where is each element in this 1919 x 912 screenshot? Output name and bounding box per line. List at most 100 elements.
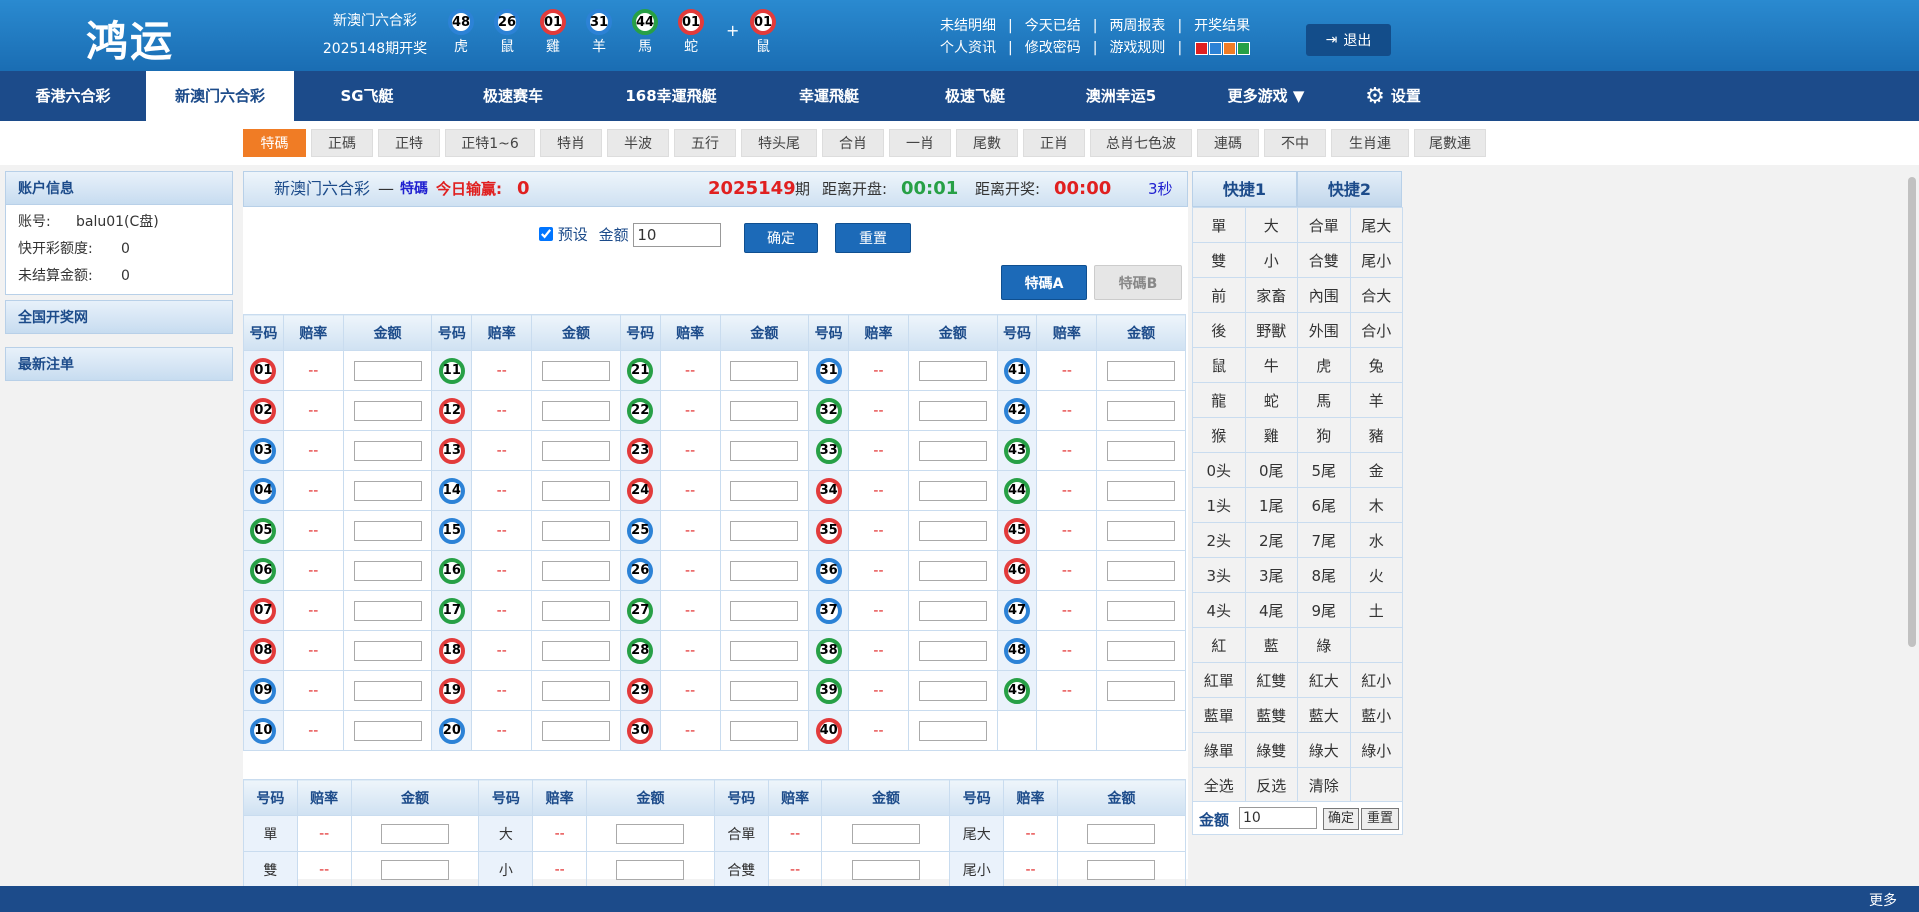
quick-select-button[interactable]: 9尾 — [1297, 592, 1351, 628]
quick-confirm-button[interactable]: 确定 — [1323, 808, 1359, 830]
bet-amount-input[interactable] — [541, 600, 610, 621]
bet-name-cell[interactable]: 合單 — [713, 815, 769, 852]
bet-amount-input[interactable] — [541, 520, 610, 541]
quick-select-button[interactable]: 牛 — [1244, 347, 1298, 383]
bet-amount-input[interactable] — [918, 520, 987, 541]
bet-amount-input[interactable] — [616, 823, 685, 844]
number-cell[interactable]: 10 — [243, 710, 284, 751]
bet-amount-input[interactable] — [730, 520, 799, 541]
quick-select-button[interactable]: 2头 — [1192, 522, 1246, 558]
bet-amount-input[interactable] — [616, 859, 685, 880]
quick-select-button[interactable]: 藍 — [1244, 627, 1298, 663]
quick-select-button[interactable]: 8尾 — [1297, 557, 1351, 593]
play-tab[interactable]: 連碼 — [1197, 129, 1259, 157]
bet-amount-input[interactable] — [918, 600, 987, 621]
number-cell[interactable]: 01 — [243, 350, 284, 391]
bet-amount-input[interactable] — [730, 480, 799, 501]
quick-select-button[interactable]: 尾小 — [1349, 242, 1403, 278]
bet-amount-input[interactable] — [730, 360, 799, 381]
header-link[interactable]: 修改密码 — [1025, 37, 1081, 57]
bet-amount-input[interactable] — [541, 360, 610, 381]
more-link[interactable]: 更多 — [1869, 890, 1897, 910]
number-cell[interactable]: 29 — [619, 670, 661, 711]
quick-select-button[interactable]: 火 — [1349, 557, 1403, 593]
number-cell[interactable]: 19 — [431, 670, 473, 711]
quick-select-button[interactable]: 野獸 — [1244, 312, 1298, 348]
quick-select-button[interactable]: 合單 — [1297, 207, 1351, 243]
quick-select-button[interactable]: 5尾 — [1297, 452, 1351, 488]
bet-amount-input[interactable] — [541, 720, 610, 741]
quick-select-button[interactable]: 家畜 — [1244, 277, 1298, 313]
bet-name-cell[interactable]: 合雙 — [713, 851, 769, 888]
bet-amount-input[interactable] — [353, 520, 422, 541]
confirm-button[interactable]: 确定 — [744, 223, 818, 253]
nav-item[interactable]: 幸運飛艇 — [756, 71, 902, 121]
header-link[interactable]: 未结明细 — [940, 15, 996, 35]
nav-item[interactable]: SG飞艇 — [294, 71, 440, 121]
theme-color-swatch[interactable] — [1223, 41, 1237, 55]
play-tab[interactable]: 合肖 — [822, 129, 884, 157]
number-cell[interactable]: 36 — [808, 550, 850, 591]
bet-amount-input[interactable] — [1107, 640, 1176, 661]
header-link[interactable]: 游戏规则 — [1109, 37, 1165, 57]
account-info-header[interactable]: 账户信息 — [5, 171, 233, 205]
bet-amount-input[interactable] — [381, 823, 449, 844]
bet-amount-input[interactable] — [918, 440, 987, 461]
bet-amount-input[interactable] — [851, 859, 920, 880]
quick-reset-button[interactable]: 重置 — [1361, 808, 1399, 830]
bet-name-cell[interactable]: 小 — [478, 851, 534, 888]
quick-select-button[interactable]: 1头 — [1192, 487, 1246, 523]
bet-amount-input[interactable] — [918, 720, 987, 741]
bet-name-cell[interactable]: 尾小 — [949, 851, 1005, 888]
quick-select-button[interactable]: 木 — [1349, 487, 1403, 523]
quick-select-button[interactable]: 外围 — [1297, 312, 1351, 348]
header-link[interactable]: 开奖结果 — [1194, 15, 1250, 35]
bet-amount-input[interactable] — [541, 440, 610, 461]
quick-select-button[interactable]: 4尾 — [1244, 592, 1298, 628]
bet-amount-input[interactable] — [1107, 400, 1176, 421]
tab-special-a[interactable]: 特碼A — [1001, 265, 1087, 300]
header-link[interactable]: 两周报表 — [1109, 15, 1165, 35]
play-tab[interactable]: 五行 — [674, 129, 736, 157]
bet-amount-input[interactable] — [918, 480, 987, 501]
quick-select-button[interactable]: 藍大 — [1297, 697, 1351, 733]
number-cell[interactable]: 40 — [808, 710, 850, 751]
number-cell[interactable]: 39 — [808, 670, 850, 711]
refresh-timer[interactable]: 3秒 — [1148, 172, 1173, 206]
quick-select-button[interactable]: 6尾 — [1297, 487, 1351, 523]
quick-select-button[interactable]: 1尾 — [1244, 487, 1298, 523]
quick-select-button[interactable]: 馬 — [1297, 382, 1351, 418]
scrollbar-thumb[interactable] — [1908, 177, 1916, 647]
quick-select-button[interactable]: 反选 — [1244, 767, 1298, 803]
play-tab[interactable]: 尾數 — [956, 129, 1018, 157]
play-tab[interactable]: 正特1~6 — [445, 129, 535, 157]
number-cell[interactable]: 18 — [431, 630, 473, 671]
quick-select-button[interactable]: 金 — [1349, 452, 1403, 488]
number-cell[interactable]: 42 — [996, 390, 1038, 431]
bet-amount-input[interactable] — [353, 720, 422, 741]
quick-select-button[interactable]: 大 — [1244, 207, 1298, 243]
quick-select-button[interactable]: 合雙 — [1297, 242, 1351, 278]
quick-select-button[interactable]: 猴 — [1192, 417, 1246, 453]
quick-select-button[interactable]: 藍小 — [1349, 697, 1403, 733]
quick-select-button[interactable]: 合小 — [1349, 312, 1403, 348]
quick-select-button[interactable]: 2尾 — [1244, 522, 1298, 558]
bet-amount-input[interactable] — [1107, 560, 1176, 581]
play-tab[interactable]: 尾數連 — [1414, 129, 1486, 157]
quick-select-button[interactable]: 綠小 — [1349, 732, 1403, 768]
quick-select-button[interactable]: 龍 — [1192, 382, 1246, 418]
play-tab[interactable]: 正碼 — [311, 129, 373, 157]
number-cell[interactable]: 12 — [431, 390, 473, 431]
bet-amount-input[interactable] — [353, 400, 422, 421]
logout-button[interactable]: ⇥ 退出 — [1306, 24, 1391, 56]
play-tab[interactable]: 正肖 — [1023, 129, 1085, 157]
quick-select-button[interactable]: 紅 — [1192, 627, 1246, 663]
theme-color-swatch[interactable] — [1195, 41, 1209, 55]
quick-select-button[interactable]: 尾大 — [1349, 207, 1403, 243]
nav-item[interactable]: 澳洲幸运5 — [1048, 71, 1194, 121]
quick-select-button[interactable]: 雙 — [1192, 242, 1246, 278]
number-cell[interactable]: 07 — [243, 590, 284, 631]
reset-button[interactable]: 重置 — [835, 223, 911, 253]
play-tab[interactable]: 一肖 — [889, 129, 951, 157]
number-cell[interactable]: 23 — [619, 430, 661, 471]
